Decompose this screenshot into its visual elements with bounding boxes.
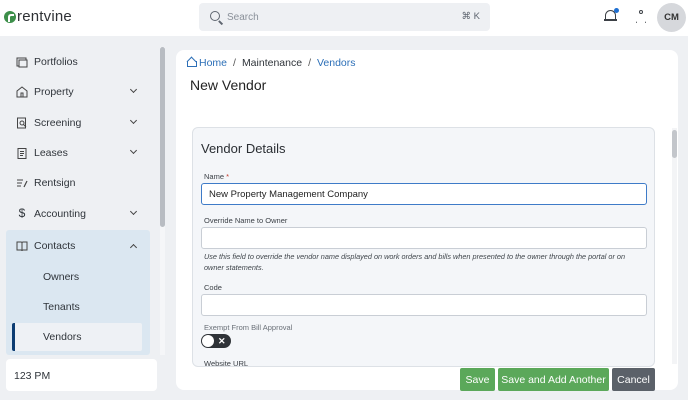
sidebar-item-label: Screening [34,117,82,129]
code-field[interactable] [201,294,647,316]
content-scrollbar[interactable] [672,128,677,364]
name-label: Name * [204,172,229,181]
page-title: New Vendor [190,77,267,93]
sidebar-subitem-owners[interactable]: Owners [6,263,150,291]
code-label: Code [204,283,222,292]
sidebar-item-label: Portfolios [34,56,78,68]
breadcrumb-home[interactable]: Home [186,57,227,69]
rentvine-logo[interactable]: rentvine [4,8,72,25]
override-name-field[interactable] [201,227,647,249]
sidebar-item-label: Accounting [34,208,86,220]
rentsign-icon [17,179,28,188]
toggle-knob [202,335,214,347]
save-and-add-another-button[interactable]: Save and Add Another [498,368,609,391]
sidebar-subitem-label: Tenants [43,301,80,313]
sidebar-item-contacts[interactable]: Contacts [6,231,150,261]
sidebar-item-label: Leases [34,147,68,159]
exempt-label: Exempt From Bill Approval [204,323,293,332]
cancel-button[interactable]: Cancel [612,368,655,391]
search-icon [210,11,220,21]
home-icon [186,57,197,67]
sidebar: Portfolios Property Screening Leases Ren… [6,47,158,355]
name-label-text: Name [204,172,225,181]
scrollbar-thumb[interactable] [672,130,677,158]
sidebar-subitem-vendors[interactable]: Vendors [12,323,142,351]
notification-dot [614,8,619,13]
sidebar-item-property[interactable]: Property [6,77,150,107]
breadcrumb: Home / Maintenance / Vendors [186,57,356,69]
sidebar-subitem-label: Vendors [43,331,82,343]
override-help-text: Use this field to override the vendor na… [204,252,626,272]
breadcrumb-vendors[interactable]: Vendors [317,57,356,69]
main-panel: Home / Maintenance / Vendors New Vendor … [176,50,678,391]
sidebar-subitem-label: Owners [43,271,80,283]
name-field[interactable] [201,183,647,205]
chevron-down-icon [129,85,138,94]
breadcrumb-separator: / [308,57,311,69]
breadcrumb-maintenance: Maintenance [241,57,303,69]
sidebar-item-portfolios[interactable]: Portfolios [6,47,150,77]
contacts-icon [16,241,28,252]
contacts-group: Contacts Owners Tenants Vendors [6,230,150,355]
override-name-label: Override Name to Owner [204,216,288,225]
leases-icon [17,148,27,159]
sidebar-scrollbar[interactable] [160,47,165,355]
sidebar-item-accounting[interactable]: $ Accounting [6,199,150,229]
close-icon: ✕ [218,336,226,346]
person-icon[interactable] [636,10,646,24]
logo-mark-icon [4,10,16,23]
chevron-up-icon [129,243,138,252]
sidebar-item-label: Property [34,86,74,98]
dollar-icon: $ [18,206,26,220]
required-marker: * [226,172,230,181]
sidebar-item-leases[interactable]: Leases [6,138,150,168]
section-title: Vendor Details [201,141,286,156]
search-bar[interactable]: ⌘ K [199,3,490,31]
screening-icon [17,117,27,129]
logo-wordmark: rentvine [17,8,72,25]
sidebar-subitem-tenants[interactable]: Tenants [6,293,150,321]
sidebar-item-rentsign[interactable]: Rentsign [6,168,150,198]
scrollbar-thumb[interactable] [160,47,165,227]
portfolio-icon [16,57,28,68]
exempt-toggle[interactable]: ✕ [201,334,231,348]
sidebar-item-label: Rentsign [34,177,76,189]
breadcrumb-home-label: Home [199,57,228,69]
time-display: 123 PM [6,359,157,391]
breadcrumb-separator: / [233,57,236,69]
sidebar-item-screening[interactable]: Screening [6,108,150,138]
top-bar: rentvine ⌘ K CM [0,0,688,36]
avatar[interactable]: CM [657,3,686,32]
vendor-details-card: Vendor Details Name * Override Name to O… [192,127,655,367]
save-button[interactable]: Save [460,368,495,391]
search-input[interactable] [227,8,447,26]
website-label: Website URL [204,359,249,367]
chevron-down-icon [129,207,138,216]
chevron-down-icon [129,146,138,155]
search-shortcut: ⌘ K [461,11,480,22]
sidebar-item-label: Contacts [34,240,76,252]
chevron-down-icon [129,116,138,125]
bell-icon[interactable] [604,8,619,22]
property-icon [16,86,28,98]
